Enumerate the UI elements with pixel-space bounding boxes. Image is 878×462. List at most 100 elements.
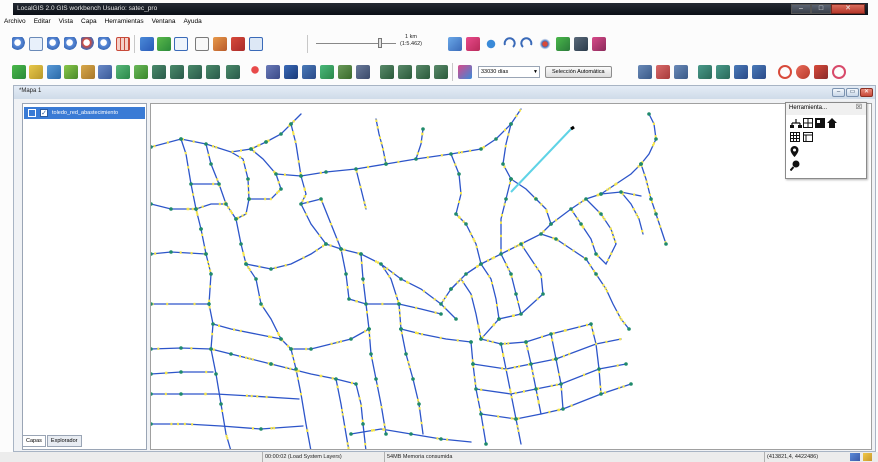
location-pin-icon[interactable] (790, 146, 799, 157)
redo-icon[interactable] (520, 37, 534, 51)
cube-icon[interactable] (157, 37, 171, 51)
measure-icon[interactable] (266, 65, 280, 79)
valve-marker (416, 152, 419, 155)
valve-marker (606, 188, 609, 191)
print-icon[interactable] (98, 65, 112, 79)
layer-add-icon[interactable] (140, 37, 154, 51)
disable-icon[interactable] (832, 65, 846, 79)
home-icon[interactable] (827, 118, 837, 128)
menu-capa[interactable]: Capa (77, 16, 101, 27)
menu-ventana[interactable]: Ventana (148, 16, 180, 27)
locate-icon[interactable] (538, 37, 552, 51)
tools-icon[interactable] (574, 37, 588, 51)
edit-feature-icon[interactable] (64, 65, 78, 79)
delete-icon[interactable] (814, 65, 828, 79)
tab-capas[interactable]: Capas (22, 435, 46, 447)
valve-marker (292, 132, 295, 136)
map-restore-button[interactable]: ▭ (846, 88, 859, 97)
scale-slider[interactable] (316, 37, 396, 49)
form-tool-icon[interactable] (803, 132, 813, 142)
map-canvas[interactable] (150, 103, 872, 450)
edit-layer-icon[interactable] (698, 65, 712, 79)
zoom-tool-icon[interactable] (12, 37, 26, 51)
pencil-icon[interactable] (466, 37, 480, 51)
network-tool-icon[interactable] (790, 118, 802, 128)
minimize-button[interactable]: – (791, 4, 811, 14)
draw-icon[interactable] (448, 37, 462, 51)
scale-slider-thumb[interactable] (378, 38, 382, 48)
street-icon[interactable] (338, 65, 352, 79)
data-icon[interactable] (188, 65, 202, 79)
grid-table-icon[interactable] (170, 65, 184, 79)
group-icon[interactable] (398, 65, 412, 79)
valve-marker (443, 306, 446, 309)
route-icon[interactable] (320, 65, 334, 79)
map-close-button[interactable]: ✕ (860, 88, 873, 97)
maximize-button[interactable]: □ (811, 4, 831, 14)
auto-selection-button[interactable]: Selección Automática (545, 66, 612, 78)
filter-icon[interactable] (284, 65, 298, 79)
copy-icon[interactable] (81, 65, 95, 79)
table-tool-icon[interactable] (790, 132, 800, 142)
contacts-icon[interactable] (434, 65, 448, 79)
info-icon[interactable] (174, 37, 188, 51)
valve-marker (264, 197, 267, 201)
valve-marker (196, 213, 199, 216)
menu-ayuda[interactable]: Ayuda (179, 16, 205, 27)
pan-tool-icon[interactable] (29, 37, 43, 51)
valve-marker (551, 358, 554, 361)
tools-palette-close-button[interactable]: ☒ (856, 103, 862, 111)
catalog-icon[interactable] (249, 37, 263, 51)
report-icon[interactable] (206, 65, 220, 79)
download-icon[interactable] (674, 65, 688, 79)
selection-icon[interactable] (638, 65, 652, 79)
menu-vista[interactable]: Vista (55, 16, 77, 27)
close-button[interactable]: ✕ (831, 4, 865, 14)
menu-herramientas[interactable]: Herramientas (101, 16, 148, 27)
zoom-out-icon[interactable] (64, 37, 78, 51)
people-icon[interactable] (380, 65, 394, 79)
bookmark-icon[interactable] (356, 65, 370, 79)
search-icon[interactable] (484, 37, 498, 51)
forward-icon[interactable] (796, 65, 810, 79)
junction-node (209, 272, 213, 276)
layer-item[interactable]: ✓ toledo_red_abastecimiento (24, 107, 145, 119)
calendar-icon[interactable] (458, 65, 472, 79)
menu-editar[interactable]: Editar (30, 16, 55, 27)
chart-icon[interactable] (556, 37, 570, 51)
tab-explorador[interactable]: Explorador (46, 435, 82, 447)
zoom-previous-icon[interactable] (98, 37, 112, 51)
layers-icon[interactable] (47, 65, 61, 79)
magnifier-icon[interactable] (790, 160, 800, 171)
tree-icon[interactable] (134, 65, 148, 79)
menu-archivo[interactable]: Archivo (0, 16, 30, 27)
map-icon[interactable] (12, 65, 26, 79)
zoom-in-icon[interactable] (47, 37, 61, 51)
layer-visibility-checkbox[interactable]: ✓ (40, 109, 48, 117)
grid-icon[interactable] (116, 37, 130, 51)
edit-icon[interactable] (213, 37, 227, 51)
house-icon[interactable] (116, 65, 130, 79)
export-icon[interactable] (226, 65, 240, 79)
valve-marker (536, 297, 539, 301)
zoom-extent-icon[interactable] (81, 37, 95, 51)
stop-icon[interactable] (778, 65, 792, 79)
pin-icon[interactable] (248, 65, 262, 79)
block-tool-icon[interactable] (815, 118, 825, 128)
grid-tool-icon[interactable] (803, 118, 813, 128)
list-icon[interactable] (734, 65, 748, 79)
days-combo[interactable]: 33030 días ▼ (478, 66, 540, 78)
attribute-icon[interactable] (716, 65, 730, 79)
valve-marker (414, 331, 417, 334)
map-minimize-button[interactable]: – (832, 88, 845, 97)
users-icon[interactable] (416, 65, 430, 79)
table-icon[interactable] (152, 65, 166, 79)
clear-selection-icon[interactable] (656, 65, 670, 79)
query-icon[interactable] (302, 65, 316, 79)
book-icon[interactable] (231, 37, 245, 51)
network-icon[interactable] (592, 37, 606, 51)
window-icon[interactable] (195, 37, 209, 51)
undo-icon[interactable] (502, 37, 516, 51)
table-view-icon[interactable] (752, 65, 766, 79)
folder-icon[interactable] (29, 65, 43, 79)
